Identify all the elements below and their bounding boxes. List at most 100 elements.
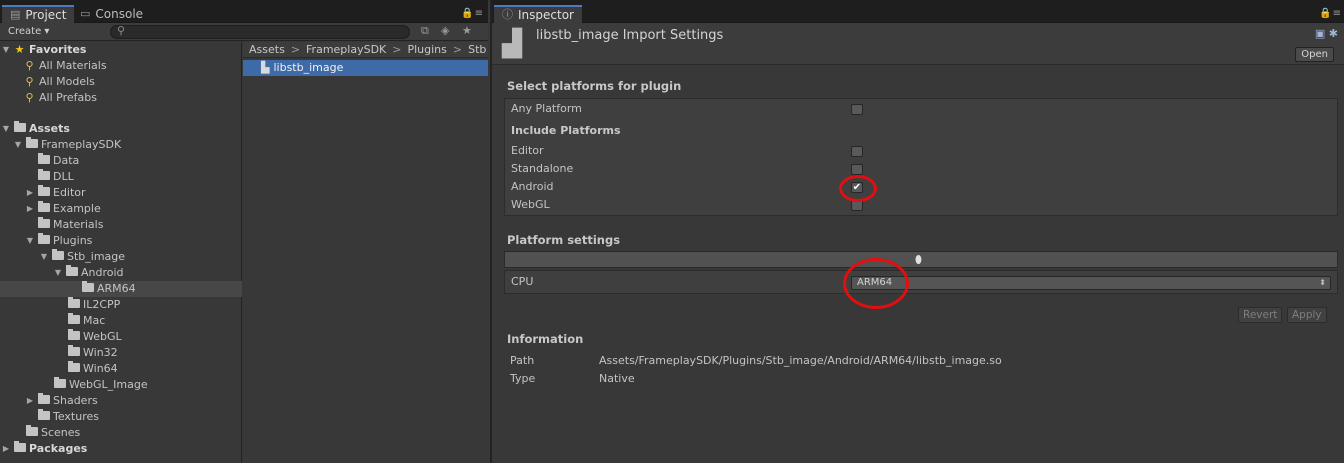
breadcrumb-stb[interactable]: Stb [468, 43, 486, 56]
tree-packages[interactable]: ▶ Packages [0, 441, 242, 457]
help-settings-icon[interactable]: ▣ ✱ [1315, 27, 1338, 40]
create-button[interactable]: Create ▾ [3, 25, 54, 39]
tab-project[interactable]: ▤ Project [2, 5, 75, 23]
tree-scenes[interactable]: Scenes [0, 425, 242, 441]
favorites-star-icon[interactable]: ★ [462, 24, 472, 37]
tree-label: FrameplaySDK [41, 138, 122, 151]
platform-standalone-checkbox[interactable] [851, 164, 863, 175]
expand-arrow-icon[interactable]: ▼ [24, 233, 36, 249]
tree-plugins[interactable]: ▼ Plugins [0, 233, 242, 249]
any-platform-label: Any Platform [511, 102, 582, 115]
platform-editor-checkbox[interactable] [851, 146, 863, 157]
folder-icon [36, 233, 51, 249]
tree-stb-image[interactable]: ▼ Stb_image [0, 249, 242, 265]
any-platform-checkbox[interactable] [851, 104, 863, 115]
tree-dll[interactable]: DLL [0, 169, 242, 185]
tab-inspector-label: Inspector [518, 8, 574, 22]
tree-label: Textures [53, 410, 99, 423]
tree-webgl-image[interactable]: WebGL_Image [0, 377, 242, 393]
tree-label: ARM64 [97, 282, 136, 295]
collapse-arrow-icon[interactable]: ▶ [24, 185, 36, 201]
annotation-ring-android [839, 175, 877, 202]
folder-icon [50, 249, 65, 265]
collapse-arrow-icon[interactable]: ▶ [0, 441, 12, 457]
inspector-header: ▟ libstb_image Import Settings ▣ ✱ Open [492, 23, 1344, 65]
expand-arrow-icon[interactable]: ▼ [52, 265, 64, 281]
file-item-libstb-image[interactable]: ▙ libstb_image [243, 60, 488, 76]
folder-icon [52, 377, 67, 393]
tree-item-all-materials[interactable]: ⚲ All Materials [0, 58, 242, 74]
tree-example[interactable]: ▶ Example [0, 201, 242, 217]
dropdown-arrows-icon: ⬍ [1319, 278, 1326, 287]
tree-textures[interactable]: Textures [0, 409, 242, 425]
expand-arrow-icon[interactable]: ▼ [38, 249, 50, 265]
console-icon: ▭ [80, 7, 91, 20]
breadcrumb-assets[interactable]: Assets [249, 43, 285, 56]
tree-label: DLL [53, 170, 74, 183]
tree-il2cpp[interactable]: IL2CPP [0, 297, 242, 313]
breadcrumb-separator-icon: > [392, 43, 402, 56]
breadcrumb: Assets > FrameplaySDK > Plugins > Stb [243, 42, 488, 58]
tree-android[interactable]: ▼ Android [0, 265, 242, 281]
breadcrumb-frameplaysdk[interactable]: FrameplaySDK [306, 43, 386, 56]
tree-data[interactable]: Data [0, 153, 242, 169]
panel-menu-icon[interactable]: 🔒≡ [1319, 8, 1342, 19]
folder-icon [80, 281, 95, 297]
tab-inspector[interactable]: ⓘ Inspector [494, 5, 582, 23]
tab-console[interactable]: ▭ Console [72, 5, 151, 23]
revert-button[interactable]: Revert [1238, 307, 1283, 323]
tree-arm64[interactable]: ARM64 [0, 281, 242, 297]
platform-settings-title: Platform settings [507, 233, 621, 247]
expand-arrow-icon[interactable]: ▼ [0, 42, 12, 58]
cpu-dropdown[interactable]: ARM64 ⬍ [851, 276, 1331, 290]
inspector-panel: ⓘ Inspector 🔒≡ ▟ libstb_image Import Set… [490, 0, 1344, 463]
tree-label: All Prefabs [39, 91, 97, 104]
tree-editor[interactable]: ▶ Editor [0, 185, 242, 201]
path-label: Path [510, 354, 535, 367]
tree-item-all-models[interactable]: ⚲ All Models [0, 74, 242, 90]
tree-shaders[interactable]: ▶ Shaders [0, 393, 242, 409]
search-icon: ⚲ [25, 91, 34, 104]
tree-label: Editor [53, 186, 86, 199]
folder-icon [12, 121, 27, 137]
search-icon: ⚲ [25, 75, 34, 88]
search-icon: ⚲ [117, 24, 126, 37]
tree-favorites[interactable]: ▼ ★ Favorites [0, 42, 242, 58]
platform-webgl-label: WebGL [511, 198, 550, 211]
breadcrumb-plugins[interactable]: Plugins [407, 43, 446, 56]
tree-webgl[interactable]: WebGL [0, 329, 242, 345]
folder-icon [36, 153, 51, 169]
folder-icon [64, 265, 79, 281]
collapse-arrow-icon[interactable]: ▶ [24, 393, 36, 409]
inspector-tabbar: ⓘ Inspector 🔒≡ [492, 0, 1344, 23]
apply-button[interactable]: Apply [1287, 307, 1327, 323]
tree-win32[interactable]: Win32 [0, 345, 242, 361]
breadcrumb-separator-icon: > [290, 43, 301, 56]
information-title: Information [507, 332, 584, 346]
tree-mac[interactable]: Mac [0, 313, 242, 329]
tree-item-all-prefabs[interactable]: ⚲ All Prefabs [0, 90, 242, 106]
tree-label: All Materials [39, 59, 107, 72]
open-button[interactable]: Open [1295, 47, 1334, 62]
tree-label: WebGL [83, 330, 122, 343]
search-input[interactable]: ⚲ [110, 24, 410, 39]
filter-by-type-icon[interactable]: ⧉ [421, 24, 429, 38]
folder-icon [36, 201, 51, 217]
expand-arrow-icon[interactable]: ▼ [12, 137, 24, 153]
folder-icon [12, 441, 27, 457]
android-icon[interactable]: ⬮ [915, 253, 922, 267]
filter-by-label-icon[interactable]: ◈ [441, 24, 449, 37]
tree-win64[interactable]: Win64 [0, 361, 242, 377]
tree-assets[interactable]: ▼ Assets [0, 121, 242, 137]
breadcrumb-separator-icon: > [452, 43, 463, 56]
tree-frameplaysdk[interactable]: ▼ FrameplaySDK [0, 137, 242, 153]
folder-icon [24, 137, 39, 153]
tree-materials[interactable]: Materials [0, 217, 242, 233]
panel-menu-icon[interactable]: 🔒≡ [461, 8, 484, 19]
expand-arrow-icon[interactable]: ▼ [0, 121, 12, 137]
folder-icon [66, 297, 81, 313]
tree-label: Favorites [29, 43, 87, 56]
tree-label: Scenes [41, 426, 81, 439]
folder-icon [36, 393, 51, 409]
collapse-arrow-icon[interactable]: ▶ [24, 201, 36, 217]
